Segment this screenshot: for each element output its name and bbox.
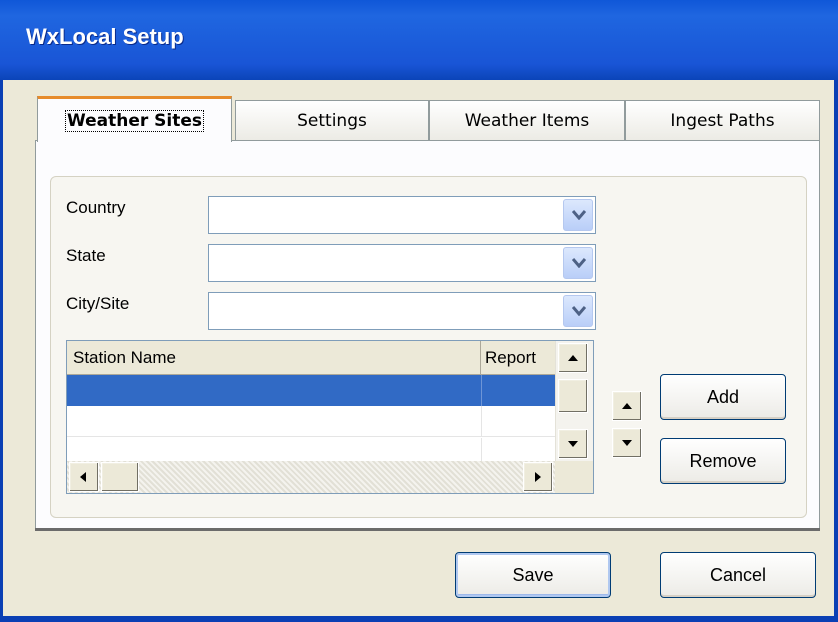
city-combo[interactable]	[208, 292, 596, 330]
arrow-down-icon	[568, 441, 578, 447]
window-frame-bottom	[0, 616, 838, 622]
state-label: State	[66, 246, 106, 265]
cancel-button-label: Cancel	[709, 565, 767, 585]
chevron-down-icon	[572, 258, 586, 268]
chevron-down-icon	[572, 306, 586, 316]
tab-settings-label: Settings	[297, 111, 367, 131]
save-button-label: Save	[512, 565, 554, 585]
arrow-down-icon	[622, 440, 632, 446]
tab-weather-sites-label: Weather Sites	[64, 110, 205, 132]
scroll-right-button[interactable]	[523, 462, 553, 492]
add-button[interactable]: Add	[660, 374, 786, 420]
add-button-label: Add	[706, 387, 740, 407]
tab-panel-shadow	[35, 528, 820, 531]
arrow-left-icon	[80, 472, 86, 482]
state-dropdown-button[interactable]	[563, 247, 593, 279]
window-frame-left	[0, 80, 3, 622]
horizontal-scrollbar[interactable]	[67, 461, 555, 493]
country-dropdown-button[interactable]	[563, 199, 593, 231]
horizontal-scroll-thumb[interactable]	[101, 462, 139, 492]
station-row[interactable]	[67, 406, 555, 437]
move-up-button[interactable]	[612, 391, 642, 421]
scroll-down-button[interactable]	[558, 429, 588, 459]
scrollbar-corner	[555, 461, 593, 493]
arrow-up-icon	[622, 403, 632, 409]
scroll-left-button[interactable]	[69, 462, 99, 492]
scroll-up-button[interactable]	[558, 343, 588, 373]
arrow-up-icon	[568, 355, 578, 361]
window-title-bar[interactable]: WxLocal Setup	[0, 0, 838, 80]
station-row[interactable]	[67, 375, 555, 406]
tab-weather-items[interactable]: Weather Items	[429, 100, 625, 140]
arrow-right-icon	[535, 472, 541, 482]
column-header-report[interactable]: Report	[481, 341, 555, 374]
remove-button[interactable]: Remove	[660, 438, 786, 484]
window-frame-right	[834, 80, 838, 622]
vertical-scrollbar[interactable]	[555, 341, 593, 461]
station-list-header: Station Name Report	[67, 341, 555, 375]
tab-weather-items-label: Weather Items	[464, 111, 590, 131]
column-divider	[481, 406, 482, 436]
station-list[interactable]: Station Name Report	[66, 340, 594, 494]
country-label: Country	[66, 198, 126, 217]
tab-settings[interactable]: Settings	[235, 100, 429, 140]
tab-weather-sites[interactable]: Weather Sites	[37, 96, 232, 142]
tab-ingest-paths[interactable]: Ingest Paths	[625, 100, 820, 140]
window-title: WxLocal Setup	[26, 24, 184, 49]
column-header-station-name[interactable]: Station Name	[67, 341, 481, 374]
column-divider	[481, 438, 482, 461]
remove-button-label: Remove	[689, 451, 757, 471]
chevron-down-icon	[572, 210, 586, 220]
city-label: City/Site	[66, 294, 130, 313]
country-combo[interactable]	[208, 196, 596, 234]
state-combo[interactable]	[208, 244, 596, 282]
tab-ingest-paths-label: Ingest Paths	[670, 111, 775, 131]
save-button[interactable]: Save	[455, 552, 611, 598]
column-divider	[481, 375, 482, 406]
move-down-button[interactable]	[612, 428, 642, 458]
cancel-button[interactable]: Cancel	[660, 552, 816, 598]
scroll-thumb[interactable]	[558, 379, 588, 413]
city-dropdown-button[interactable]	[563, 295, 593, 327]
station-row[interactable]	[67, 438, 555, 461]
